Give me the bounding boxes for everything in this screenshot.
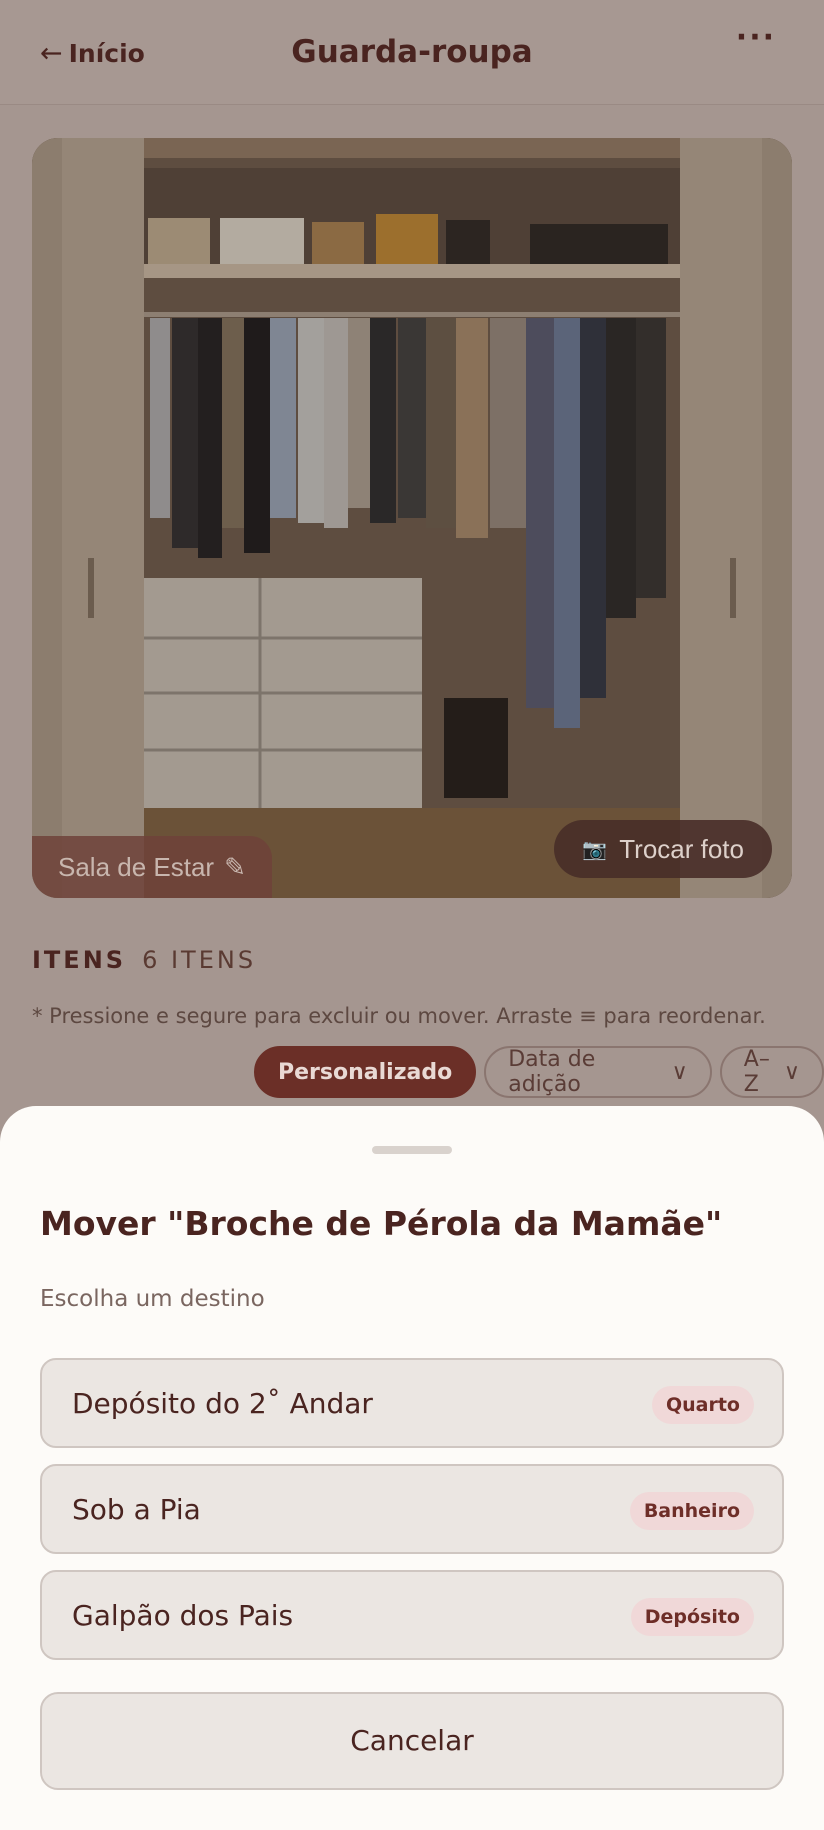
room-label-button[interactable]: Sala de Estar ✎ — [32, 836, 272, 898]
items-hint: * Pressione e segure para excluir ou mov… — [32, 1004, 766, 1028]
sheet-title: Mover "Broche de Pérola da Mamãe" — [40, 1204, 723, 1243]
sort-alpha-label: A–Z — [743, 1047, 770, 1097]
items-heading-label: ITENS — [32, 946, 127, 974]
sort-date-label: Data de adição — [508, 1047, 596, 1097]
top-bar: ← Início Guarda-roupa ··· — [0, 0, 824, 105]
sort-custom-label: Personalizado — [278, 1059, 453, 1085]
pencil-icon: ✎ — [224, 851, 246, 882]
change-photo-button[interactable]: 📷 Trocar foto — [554, 820, 772, 878]
sheet-drag-handle[interactable] — [372, 1146, 452, 1154]
chevron-down-icon: ∨ — [783, 1059, 800, 1085]
more-options-icon[interactable]: ··· — [736, 20, 776, 55]
cancel-button[interactable]: Cancelar — [40, 1692, 784, 1790]
chevron-down-icon: ∨ — [671, 1059, 688, 1085]
change-photo-label: Trocar foto — [619, 833, 744, 864]
destination-name: Depósito do 2˚ Andar — [72, 1387, 373, 1420]
location-photo[interactable]: Sala de Estar ✎ 📷 Trocar foto — [32, 138, 792, 898]
items-count: 6 ITENS — [142, 946, 257, 974]
destination-room-badge: Depósito — [630, 1598, 754, 1636]
destination-option[interactable]: Depósito do 2˚ Andar Quarto — [40, 1358, 784, 1448]
sort-custom-chip[interactable]: Personalizado — [254, 1046, 477, 1098]
destination-room-badge: Quarto — [651, 1386, 754, 1424]
sort-alpha-chip[interactable]: A–Z ∨ — [719, 1046, 824, 1098]
items-heading: ITENS 6 ITENS — [32, 946, 256, 974]
destination-option[interactable]: Sob a Pia Banheiro — [40, 1464, 784, 1554]
destination-name: Galpão dos Pais — [72, 1599, 294, 1632]
wardrobe-image — [32, 138, 792, 898]
sort-date-chip[interactable]: Data de adição ∨ — [484, 1046, 712, 1098]
destination-option[interactable]: Galpão dos Pais Depósito — [40, 1570, 784, 1660]
sheet-subtitle: Escolha um destino — [40, 1286, 265, 1312]
room-label: Sala de Estar — [58, 851, 215, 882]
camera-icon: 📷 — [582, 838, 608, 861]
sort-options: Personalizado Data de adição ∨ A–Z ∨ — [254, 1046, 824, 1098]
destination-name: Sob a Pia — [72, 1493, 201, 1526]
move-item-sheet: Mover "Broche de Pérola da Mamãe" Escolh… — [0, 1106, 824, 1830]
page-title: Guarda-roupa — [291, 34, 533, 70]
destination-room-badge: Banheiro — [629, 1492, 754, 1530]
